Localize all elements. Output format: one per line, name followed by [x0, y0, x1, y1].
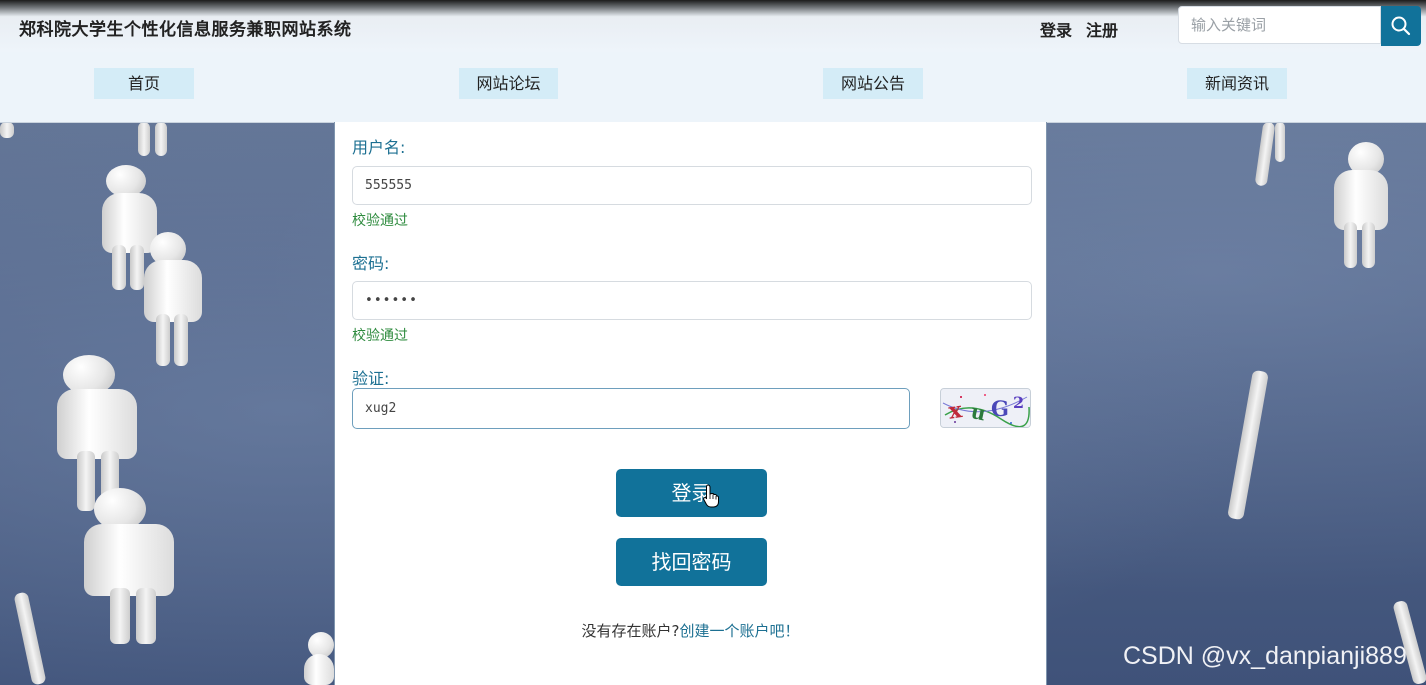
login-link[interactable]: 登录	[1040, 21, 1072, 40]
figure-decoration	[13, 591, 68, 685]
figure-decoration	[1328, 142, 1398, 272]
search-icon	[1391, 16, 1411, 36]
password-value: ••••••	[365, 293, 418, 308]
main-navbar: 首页 网站论坛 网站公告 新闻资讯	[0, 52, 1426, 122]
svg-text:2: 2	[1013, 393, 1024, 412]
username-validation-message: 校验通过	[352, 213, 408, 229]
password-label: 密码:	[352, 254, 390, 273]
figure-decoration	[300, 632, 334, 685]
nav-item-home[interactable]: 首页	[94, 68, 194, 99]
captcha-image[interactable]: x u G 2	[940, 388, 1031, 428]
create-account-link[interactable]: 创建一个账户吧！	[679, 622, 799, 640]
figure-decoration	[1222, 369, 1272, 525]
top-header: 郑科院大学生个性化信息服务兼职网站系统 登录 注册	[0, 0, 1426, 52]
svg-text:G: G	[991, 396, 1009, 421]
no-account-prompt: 没有存在账户?创建一个账户吧！	[335, 620, 1046, 641]
password-validation-message: 校验通过	[352, 328, 408, 344]
login-button[interactable]: 登录	[616, 469, 767, 517]
search-button[interactable]	[1381, 6, 1421, 46]
username-input[interactable]	[352, 166, 1032, 205]
password-input[interactable]: ••••••	[352, 281, 1032, 320]
register-link[interactable]: 注册	[1086, 21, 1118, 40]
auth-links: 登录 注册	[1040, 17, 1118, 41]
figure-decoration	[140, 232, 210, 372]
nav-item-announcements[interactable]: 网站公告	[823, 68, 923, 99]
search-input[interactable]	[1178, 6, 1381, 44]
captcha-label: 验证:	[352, 369, 390, 388]
figure-decoration	[0, 122, 20, 140]
watermark: CSDN @vx_danpianji889	[1123, 642, 1407, 670]
figure-decoration	[1245, 121, 1295, 192]
hand-pointer-icon	[703, 484, 719, 508]
nav-item-news[interactable]: 新闻资讯	[1187, 68, 1287, 99]
username-label: 用户名:	[352, 138, 406, 157]
figure-decoration	[82, 488, 182, 648]
recover-password-button[interactable]: 找回密码	[616, 538, 767, 586]
no-account-text: 没有存在账户?	[581, 622, 680, 640]
nav-item-forum[interactable]: 网站论坛	[459, 68, 558, 99]
captcha-graphic: x u G 2	[941, 389, 1030, 427]
figure-decoration	[135, 122, 175, 162]
login-panel: 用户名: 校验通过 密码: •••••• 校验通过 验证: x u G 2 登录…	[334, 122, 1047, 685]
captcha-input[interactable]	[352, 388, 910, 429]
site-title: 郑科院大学生个性化信息服务兼职网站系统	[19, 20, 352, 40]
